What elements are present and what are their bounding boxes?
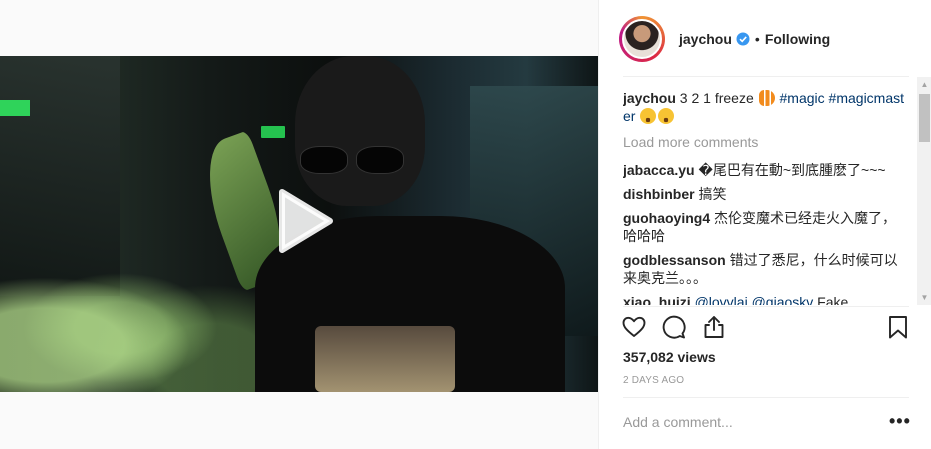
more-options-button[interactable]: •••	[889, 412, 911, 430]
caption: jaychou 3 2 1 freeze #magic #magicmaster	[623, 89, 908, 125]
header-username[interactable]: jaychou	[679, 31, 732, 47]
comment-mention[interactable]: @lovvlai	[695, 294, 748, 305]
caption-username[interactable]: jaychou	[623, 90, 676, 106]
following-button[interactable]: Following	[765, 31, 830, 47]
post-header: jaychou • Following	[599, 0, 931, 77]
comment-text: 搞笑	[698, 186, 727, 202]
caption-text: 3 2 1 freeze	[675, 90, 758, 106]
header-separator: •	[754, 30, 760, 47]
share-icon[interactable]	[701, 314, 729, 342]
verified-badge-icon	[736, 32, 750, 46]
comment-text: Fake	[813, 294, 849, 305]
comment-item: jabacca.yu �尾巴有在動~到底腫麽了~~~	[623, 161, 908, 179]
tired-face-emoji-icon	[658, 108, 675, 124]
post-panel: jaychou • Following jaychou 3 2 1 freeze…	[598, 0, 931, 449]
comment-item: xiao_huizi @lovvlai @qiaoskv Fake	[623, 293, 908, 305]
comment-item: dishbinber 搞笑	[623, 185, 908, 203]
comment-username[interactable]: jabacca.yu	[623, 162, 695, 178]
bookmark-icon[interactable]	[885, 314, 913, 342]
video-person-sunglasses	[300, 146, 405, 176]
comments-list: jaychou 3 2 1 freeze #magic #magicmaster…	[623, 77, 908, 305]
comment-username[interactable]: dishbinber	[623, 186, 695, 202]
comments-scrollbar[interactable]: ▲ ▼	[917, 77, 931, 305]
scroll-down-arrow-icon[interactable]: ▼	[917, 290, 931, 305]
add-comment-input[interactable]	[623, 410, 873, 434]
post-timestamp[interactable]: 2 DAYS AGO	[623, 375, 684, 386]
comment-icon[interactable]	[661, 314, 689, 342]
video-person-head	[295, 56, 425, 206]
comment-username[interactable]: xiao_huizi	[623, 294, 691, 305]
media-pane	[0, 0, 598, 449]
hashtag-magic[interactable]: #magic	[780, 90, 825, 106]
comment-username[interactable]: guohaoying4	[623, 210, 710, 226]
comment-username[interactable]: godblessanson	[623, 252, 726, 268]
avatar[interactable]	[622, 18, 662, 59]
comment-item: godblessanson 错过了悉尼，什么时候可以来奥克兰。。。	[623, 251, 908, 287]
comment-item: guohaoying4 杰伦变魔术已经走火入魔了，哈哈哈	[623, 209, 908, 245]
video-person-shirt-print	[315, 326, 455, 392]
heart-icon[interactable]	[621, 314, 649, 342]
video-exit-sign-left	[0, 100, 30, 116]
comment-mention[interactable]: @qiaoskv	[752, 294, 814, 305]
scrollbar-thumb[interactable]	[919, 94, 930, 142]
tropical-fish-emoji-icon	[758, 90, 775, 106]
video-player[interactable]	[0, 56, 598, 392]
action-bar	[621, 314, 911, 342]
scroll-up-arrow-icon[interactable]: ▲	[917, 77, 931, 92]
play-icon[interactable]	[268, 186, 338, 256]
actions-divider	[623, 306, 909, 307]
comment-box-divider	[623, 397, 909, 398]
view-count[interactable]: 357,082 views	[623, 349, 716, 365]
comment-text: �尾巴有在動~到底腫麽了~~~	[698, 162, 886, 178]
load-more-comments[interactable]: Load more comments	[623, 133, 908, 151]
tired-face-emoji-icon	[640, 108, 657, 124]
avatar-ring[interactable]	[619, 15, 665, 62]
